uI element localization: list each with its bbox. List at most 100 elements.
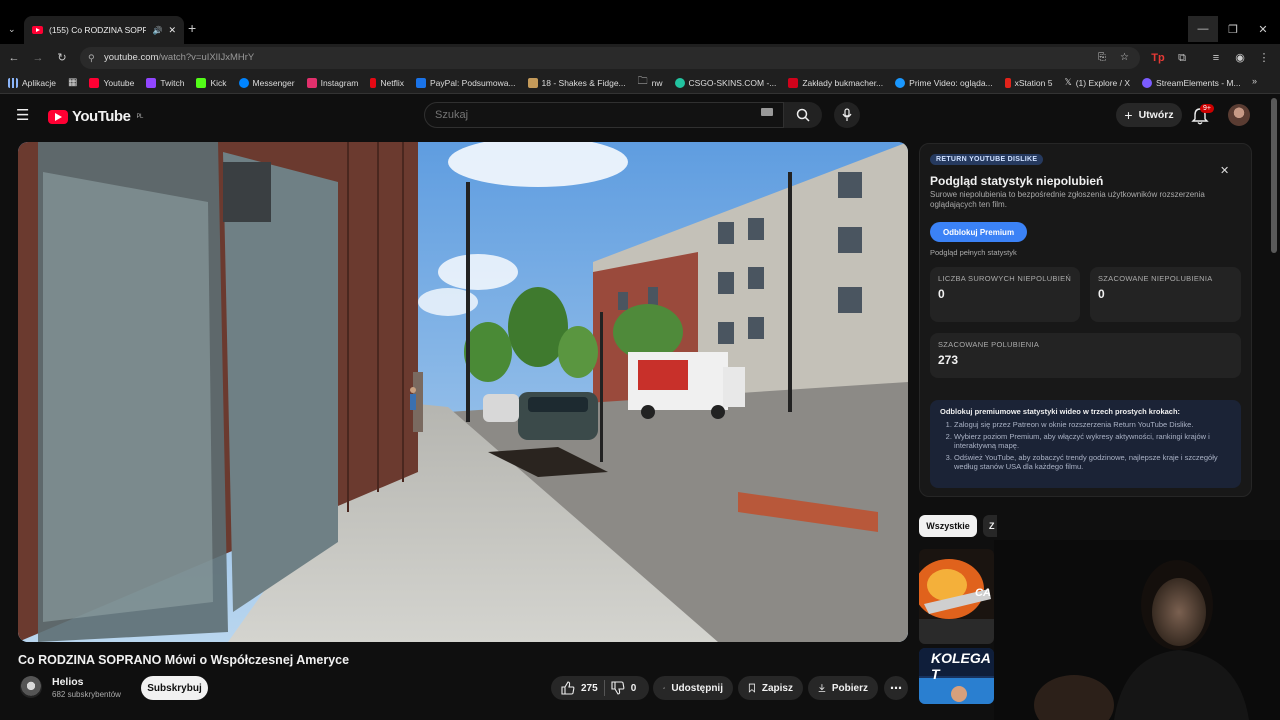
messenger-icon bbox=[238, 77, 249, 88]
estimated-dislikes-label: SZACOWANE NIEPOLUBIENIA bbox=[1098, 274, 1213, 283]
more-actions-button[interactable]: ⋯ bbox=[884, 676, 908, 700]
shakes-fidget-icon bbox=[527, 77, 538, 88]
search-input[interactable] bbox=[425, 103, 725, 127]
bookmark-item-xstation[interactable]: xStation 5 bbox=[1004, 77, 1052, 88]
like-button[interactable]: 275 bbox=[561, 681, 598, 695]
like-dislike-group: 275 0 bbox=[551, 676, 649, 700]
voice-search-button[interactable] bbox=[834, 102, 860, 128]
restore-icon[interactable]: ❐ bbox=[1218, 16, 1248, 42]
extension-tp-icon[interactable]: Tp bbox=[1150, 50, 1166, 66]
chip-all[interactable]: Wszystkie bbox=[919, 515, 977, 537]
install-app-icon[interactable]: ⎘ bbox=[1098, 47, 1106, 69]
logo-text: YouTube bbox=[72, 108, 131, 125]
bookmark-item-messenger[interactable]: Messenger bbox=[238, 77, 295, 88]
channel-name[interactable]: Helios bbox=[52, 676, 84, 688]
ryd-title: Podgląd statystyk niepolubień bbox=[930, 174, 1104, 188]
bookmark-item-paypal[interactable]: PayPal: Podsumowa... bbox=[416, 77, 516, 88]
ryd-description: Surowe niepolubienia to bezpośrednie zgł… bbox=[930, 190, 1205, 209]
browser-tab-active[interactable]: (155) Co RODZINA SOPRAN 🔊 ✕ bbox=[24, 16, 184, 44]
youtube-icon bbox=[89, 77, 100, 88]
step-item: Zaloguj się przez Patreon w oknie rozsze… bbox=[954, 420, 1231, 430]
forward-icon[interactable]: → bbox=[30, 50, 46, 66]
bookmark-label: 18 - Shakes & Fidge... bbox=[541, 77, 626, 88]
back-icon[interactable]: ← bbox=[6, 50, 22, 66]
browser-tab-bar: ⌄ (155) Co RODZINA SOPRAN 🔊 ✕ + — ❐ ✕ bbox=[0, 0, 1280, 44]
bookmark-item-kick[interactable]: Kick bbox=[196, 77, 227, 88]
prime-video-icon bbox=[895, 77, 906, 88]
betting-icon bbox=[788, 77, 799, 88]
youtube-logo[interactable]: YouTube PL bbox=[48, 108, 143, 125]
ryd-close-icon[interactable]: ✕ bbox=[1220, 164, 1229, 177]
bookmark-item-youtube[interactable]: Youtube bbox=[89, 77, 134, 88]
plus-icon: + bbox=[1124, 107, 1133, 123]
related-video-thumbnail[interactable]: CA bbox=[919, 549, 994, 644]
bookmark-label: CSGO-SKINS.COM -... bbox=[688, 77, 777, 88]
extensions-puzzle-icon[interactable]: ⧉ bbox=[1174, 50, 1190, 66]
bookmark-item-shakes[interactable]: 18 - Shakes & Fidge... bbox=[527, 77, 626, 88]
bookmark-item-apps[interactable]: Aplikacje bbox=[8, 77, 56, 88]
bookmark-item-instagram[interactable]: Instagram bbox=[306, 77, 358, 88]
channel-subscribers: 682 subskrybentów bbox=[52, 690, 121, 699]
xstation-icon bbox=[1004, 77, 1011, 88]
reload-icon[interactable]: ↻ bbox=[54, 50, 70, 66]
bookmark-item-twitch[interactable]: Twitch bbox=[146, 77, 184, 88]
youtube-favicon-icon bbox=[32, 26, 43, 34]
related-video-thumbnail[interactable]: KOLEGA T bbox=[919, 648, 994, 704]
bookmark-item-csgo[interactable]: CSGO-SKINS.COM -... bbox=[674, 77, 777, 88]
share-button[interactable]: Udostępnij bbox=[653, 676, 733, 700]
account-avatar[interactable] bbox=[1228, 104, 1250, 126]
bookmark-item-bukmacher[interactable]: Zakłady bukmacher... bbox=[788, 77, 883, 88]
grid-icon: ▦ bbox=[68, 77, 78, 88]
bookmark-item-netflix[interactable]: Netflix bbox=[370, 77, 404, 88]
bookmarks-overflow-icon[interactable]: » bbox=[1252, 76, 1257, 86]
download-icon bbox=[818, 684, 826, 693]
estimated-likes-card: SZACOWANE POLUBIENIA 273 bbox=[930, 333, 1241, 378]
profile-icon[interactable]: ◉ bbox=[1232, 50, 1248, 66]
bookmark-item-prime[interactable]: Prime Video: ogląda... bbox=[895, 77, 993, 88]
browser-menu-icon[interactable]: ⋮ bbox=[1256, 50, 1272, 66]
media-controls-icon[interactable]: ≡ bbox=[1208, 50, 1224, 66]
bookmark-item-grid[interactable]: ▦ bbox=[68, 77, 77, 88]
speaker-icon[interactable]: 🔊 bbox=[152, 26, 162, 35]
bookmark-star-icon[interactable]: ☆ bbox=[1120, 47, 1129, 69]
steps-list: Zaloguj się przez Patreon w oknie rozsze… bbox=[940, 420, 1231, 472]
channel-avatar[interactable] bbox=[20, 676, 42, 698]
bookmark-label: Kick bbox=[210, 77, 227, 88]
bookmark-item-x[interactable]: 𝕏 (1) Explore / X bbox=[1064, 77, 1130, 88]
create-label: Utwórz bbox=[1138, 109, 1174, 121]
bookmark-item-streamelements[interactable]: StreamElements - M... bbox=[1142, 77, 1241, 88]
tab-list-chevron-icon[interactable]: ⌄ bbox=[8, 24, 16, 35]
url-host: youtube.com bbox=[104, 52, 159, 63]
estimated-likes-value: 273 bbox=[938, 353, 959, 367]
tab-close-icon[interactable]: ✕ bbox=[168, 25, 176, 36]
chip-second[interactable]: Z bbox=[983, 515, 997, 537]
subscribe-button[interactable]: Subskrybuj bbox=[141, 676, 208, 700]
unlock-premium-button[interactable]: Odblokuj Premium bbox=[930, 222, 1027, 242]
instagram-icon bbox=[306, 77, 317, 88]
minimize-icon[interactable]: — bbox=[1188, 16, 1218, 42]
create-button[interactable]: + Utwórz bbox=[1116, 103, 1182, 127]
hamburger-menu-icon[interactable]: ☰ bbox=[16, 106, 29, 124]
bookmark-label: Messenger bbox=[252, 77, 295, 88]
logo-region: PL bbox=[136, 113, 143, 120]
netflix-icon bbox=[370, 77, 377, 88]
video-player[interactable] bbox=[18, 142, 908, 642]
site-info-icon[interactable]: ⚲ bbox=[88, 47, 95, 69]
video-frame bbox=[18, 142, 908, 642]
search-button[interactable] bbox=[784, 102, 822, 128]
notifications-badge: 9+ bbox=[1200, 104, 1214, 113]
video-title: Co RODZINA SOPRANO Mówi o Współczesnej A… bbox=[18, 653, 350, 667]
save-label: Zapisz bbox=[761, 682, 793, 694]
address-bar[interactable]: ⚲ youtube.com/watch?v=uIXlIJxMHrY ⎘ ☆ bbox=[80, 47, 1140, 69]
page-scrollbar[interactable] bbox=[1271, 98, 1277, 253]
download-button[interactable]: Pobierz bbox=[808, 676, 878, 700]
save-button[interactable]: Zapisz bbox=[738, 676, 803, 700]
bookmark-item-folder-nw[interactable]: 🗀 nw bbox=[638, 74, 663, 91]
keyboard-icon[interactable] bbox=[761, 108, 773, 116]
dislike-button[interactable]: 0 bbox=[611, 681, 637, 695]
new-tab-icon[interactable]: + bbox=[188, 20, 196, 36]
streamelements-icon bbox=[1142, 77, 1153, 88]
close-window-icon[interactable]: ✕ bbox=[1248, 16, 1278, 42]
bookmark-label: StreamElements - M... bbox=[1156, 77, 1241, 88]
dislike-count: 0 bbox=[630, 682, 637, 694]
